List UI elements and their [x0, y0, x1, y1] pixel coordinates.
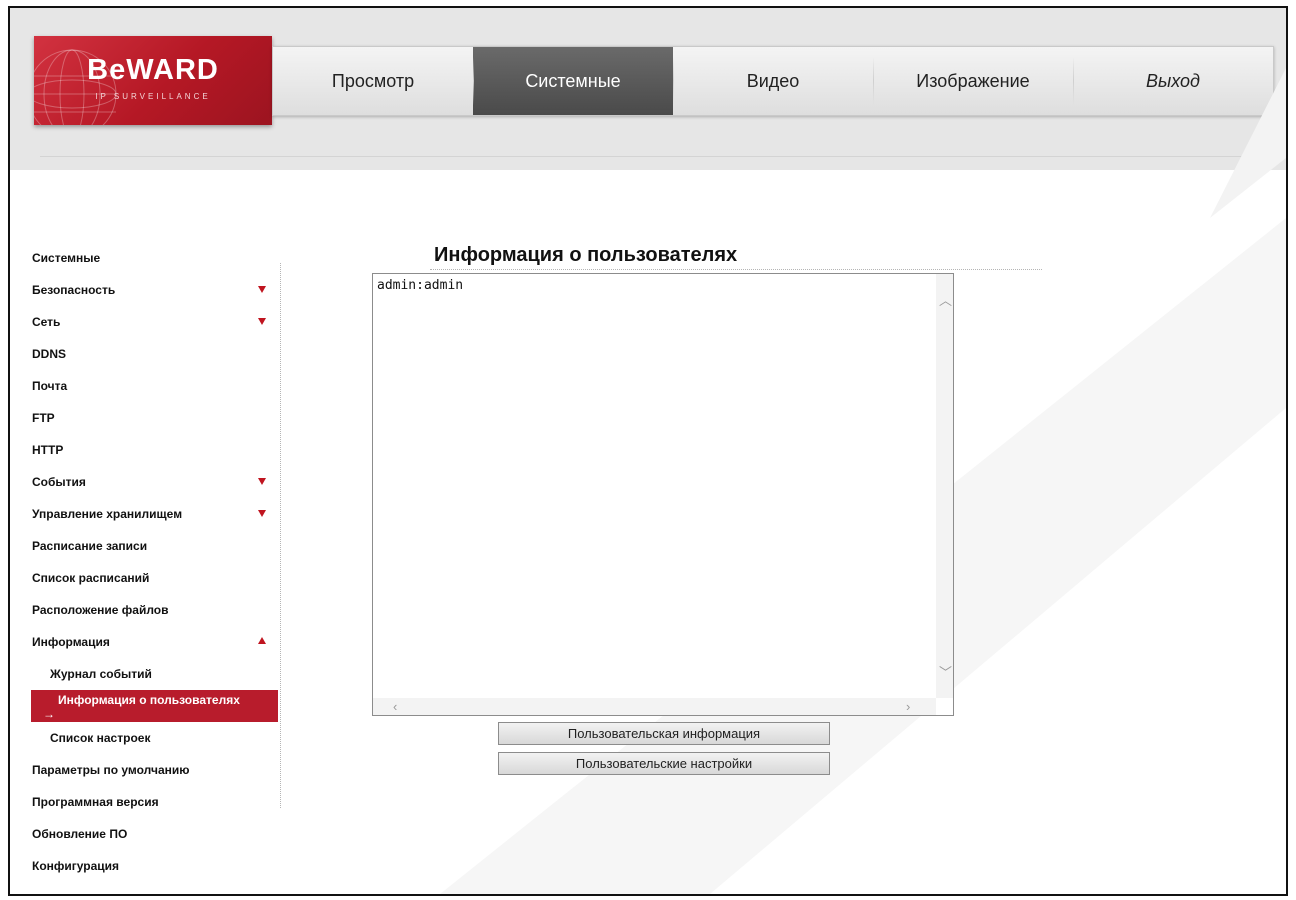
- expand-down-icon[interactable]: [258, 318, 266, 325]
- nav-tab-video[interactable]: Видео: [673, 47, 873, 115]
- logo-wordmark: BeWARD: [87, 54, 219, 86]
- sidebar-item-system[interactable]: Системные: [10, 242, 278, 274]
- sidebar-item-label: FTP: [32, 411, 55, 425]
- sidebar-item-label: Информация о пользователях: [58, 693, 240, 707]
- sidebar-item-file-location[interactable]: Расположение файлов: [10, 594, 278, 626]
- user-info-button[interactable]: Пользовательская информация: [498, 722, 830, 745]
- horizontal-scrollbar[interactable]: ‹ ›: [373, 698, 936, 715]
- sidebar-item-ftp[interactable]: FTP: [10, 402, 278, 434]
- textarea-value: admin:admin: [377, 278, 464, 293]
- brand-logo: BeWARD IP SURVEILLANCE: [34, 36, 272, 125]
- sidebar-item-label: Конфигурация: [32, 859, 120, 873]
- expand-down-icon[interactable]: [258, 478, 266, 485]
- sidebar-item-label: Безопасность: [32, 283, 116, 297]
- page-title: Информация о пользователях: [434, 244, 738, 266]
- nav-tab-view[interactable]: Просмотр: [273, 47, 473, 115]
- sidebar-item-label: События: [32, 475, 86, 489]
- scroll-right-icon[interactable]: ›: [906, 700, 910, 713]
- sidebar-item-label: Обновление ПО: [32, 827, 128, 841]
- scroll-up-icon[interactable]: ︿: [939, 294, 952, 307]
- user-info-textarea[interactable]: admin:admin ︿ ﹀ ‹ ›: [372, 273, 954, 716]
- header-divider: [40, 156, 1256, 157]
- sidebar-item-label: Программная версия: [32, 795, 159, 809]
- sidebar-item-mail[interactable]: Почта: [10, 370, 278, 402]
- sidebar-item-label: HTTP: [32, 443, 64, 457]
- app-frame: BeWARD IP SURVEILLANCE Просмотр Системны…: [8, 6, 1288, 896]
- sidebar-item-label: Параметры по умолчанию: [32, 763, 190, 777]
- sidebar-item-firmware-version[interactable]: Программная версия: [10, 786, 278, 818]
- sidebar-item-label: Сеть: [32, 315, 61, 329]
- sidebar-item-label: Расписание записи: [32, 539, 148, 553]
- logo-subtitle: IP SURVEILLANCE: [95, 92, 211, 101]
- sidebar-item-network[interactable]: Сеть: [10, 306, 278, 338]
- sidebar-item-label: Информация: [32, 635, 110, 649]
- vertical-scrollbar[interactable]: ︿ ﹀: [936, 274, 953, 698]
- sidebar-item-configuration[interactable]: Конфигурация: [10, 850, 278, 882]
- sidebar-item-label: Системные: [32, 251, 101, 265]
- sidebar: Системные Безопасность Сеть DDNS Почта F…: [10, 242, 278, 882]
- sidebar-subitem-user-info[interactable]: Информация о пользователях →: [31, 690, 278, 722]
- selected-arrow-icon: →: [43, 707, 55, 721]
- sidebar-item-label: Список расписаний: [32, 571, 150, 585]
- sidebar-item-schedule-list[interactable]: Список расписаний: [10, 562, 278, 594]
- collapse-up-icon[interactable]: [258, 637, 266, 644]
- sidebar-subitem-event-log[interactable]: Журнал событий: [10, 658, 278, 690]
- sidebar-item-record-schedule[interactable]: Расписание записи: [10, 530, 278, 562]
- sidebar-item-label: DDNS: [32, 347, 67, 361]
- nav-tab-system[interactable]: Системные: [473, 47, 673, 115]
- user-settings-button[interactable]: Пользовательские настройки: [498, 752, 830, 775]
- sidebar-item-label: Почта: [32, 379, 68, 393]
- expand-down-icon[interactable]: [258, 286, 266, 293]
- sidebar-subitem-settings-list[interactable]: Список настроек: [10, 722, 278, 754]
- nav-tab-image[interactable]: Изображение: [873, 47, 1073, 115]
- sidebar-item-firmware-update[interactable]: Обновление ПО: [10, 818, 278, 850]
- sidebar-item-ddns[interactable]: DDNS: [10, 338, 278, 370]
- scroll-down-icon[interactable]: ﹀: [939, 666, 952, 679]
- sidebar-item-label: Список настроек: [50, 731, 151, 745]
- nav-tab-logout[interactable]: Выход: [1073, 47, 1273, 115]
- title-divider: [430, 269, 1042, 270]
- sidebar-item-label: Журнал событий: [50, 667, 152, 681]
- expand-down-icon[interactable]: [258, 510, 266, 517]
- sidebar-item-defaults[interactable]: Параметры по умолчанию: [10, 754, 278, 786]
- sidebar-item-label: Расположение файлов: [32, 603, 169, 617]
- sidebar-divider: [280, 263, 281, 808]
- sidebar-item-security[interactable]: Безопасность: [10, 274, 278, 306]
- scroll-left-icon[interactable]: ‹: [393, 700, 397, 713]
- sidebar-item-events[interactable]: События: [10, 466, 278, 498]
- sidebar-item-storage[interactable]: Управление хранилищем: [10, 498, 278, 530]
- sidebar-item-http[interactable]: HTTP: [10, 434, 278, 466]
- sidebar-item-information[interactable]: Информация: [10, 626, 278, 658]
- sidebar-item-label: Управление хранилищем: [32, 507, 183, 521]
- top-nav: Просмотр Системные Видео Изображение Вых…: [272, 46, 1274, 116]
